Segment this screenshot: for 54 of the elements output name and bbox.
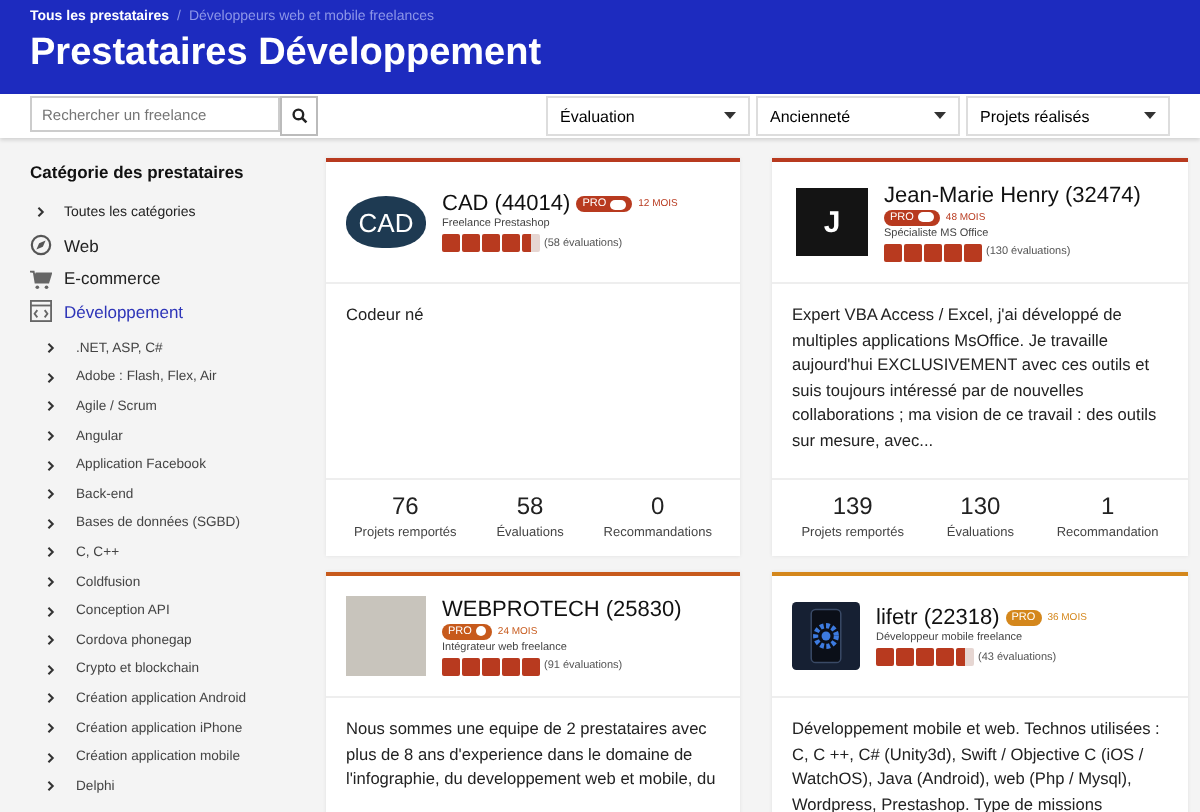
freelancer-name[interactable]: Jean-Marie Henry (32474): [884, 183, 1141, 207]
stat-value: 0: [649, 492, 667, 520]
caret-icon: [1144, 112, 1156, 120]
chevron-icon: [46, 605, 56, 618]
stat-value: 58: [514, 492, 546, 520]
chevron-icon: [46, 342, 56, 355]
freelancer-name[interactable]: WEBPROTECH (25830): [442, 597, 682, 621]
chevron-icon: [46, 488, 56, 501]
page-title: Prestataires Développement: [30, 32, 544, 76]
pill-icon: [917, 212, 934, 222]
freelancer-description: Nous sommes une equipe de 2 prestataires avec plus de 8 ans d'experience dans le domaine de l'infographie, du developpement web et mobile, du: [344, 716, 718, 793]
chevron-icon: [46, 430, 56, 443]
dot-icon: [475, 626, 486, 636]
caret-icon: [724, 112, 736, 120]
chevron-icon: [46, 400, 56, 413]
search-icon: [291, 108, 307, 124]
chevron-icon: [46, 517, 56, 530]
category-link[interactable]: Web: [30, 229, 326, 262]
phone-gear-icon: [792, 602, 860, 670]
freelancer-description: Codeur né: [344, 302, 426, 328]
chevron-icon: [36, 206, 46, 219]
cart-icon: [30, 267, 52, 290]
company-logo: CAD: [346, 196, 426, 248]
stat-value: 130: [958, 492, 1003, 520]
chevron-icon: [46, 459, 56, 472]
freelancer-name[interactable]: lifetr (22318): [876, 606, 1000, 630]
stat-value: 76: [389, 492, 421, 520]
pill-icon: [610, 199, 627, 209]
sidebar-title: Catégorie des prestataires: [30, 162, 246, 182]
search-button[interactable]: [280, 96, 318, 136]
chevron-icon: [46, 576, 56, 589]
freelancer-description: Expert VBA Access / Excel, j'ai développé de multiples applications MsOffice. Je travaille aujourd'hui EXCLUSIVEMENT avec ces outils et suis toujours intéressé par de nouvelles collaborations ; ma vision de ce travail : des outils sur mesure, avec...: [790, 302, 1159, 454]
code-window-icon: [30, 300, 52, 323]
freelancer-card[interactable]: [772, 158, 1188, 556]
chevron-icon: [46, 663, 56, 676]
letter-avatar: J: [796, 188, 868, 256]
compass-icon: [30, 234, 52, 257]
category-link[interactable]: Développement: [30, 295, 326, 328]
stat-value: 139: [830, 492, 875, 520]
chevron-icon: [46, 634, 56, 647]
caret-icon: [934, 112, 946, 120]
chevron-icon: [46, 780, 56, 793]
category-link[interactable]: E-commerce: [30, 262, 326, 295]
stat-value: 1: [1098, 492, 1117, 520]
filter-dropdown[interactable]: Ancienneté: [756, 96, 960, 136]
chevron-icon: [46, 546, 56, 559]
chevron-icon: [46, 722, 56, 735]
photo-placeholder: [346, 596, 426, 676]
filter-dropdown[interactable]: Évaluation: [546, 96, 750, 136]
chevron-icon: [46, 751, 56, 764]
freelancer-name[interactable]: CAD (44014): [442, 192, 571, 216]
chevron-icon: [46, 371, 56, 384]
chevron-icon: [46, 692, 56, 705]
filter-dropdown[interactable]: Projets réalisés: [966, 96, 1170, 136]
